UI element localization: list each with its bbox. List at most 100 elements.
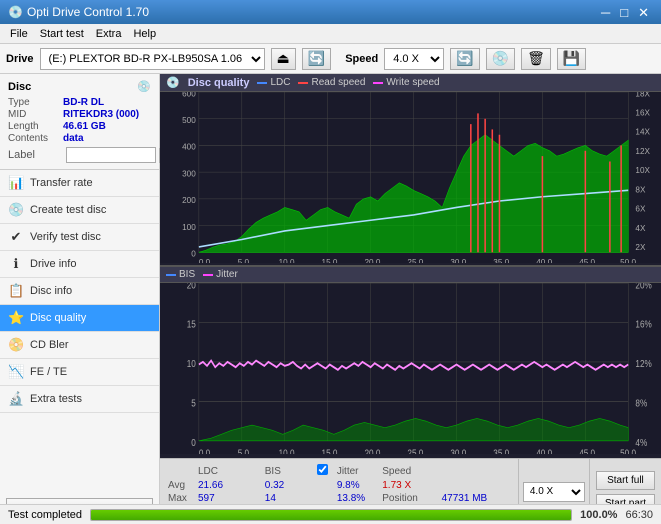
speed-label: Speed	[345, 53, 378, 65]
svg-text:16X: 16X	[635, 107, 650, 117]
speed-dropdown[interactable]: 4.0 X	[523, 482, 585, 502]
disc-type-label: Type	[8, 97, 63, 108]
maximize-button[interactable]: □	[616, 6, 632, 19]
svg-text:500: 500	[182, 115, 196, 125]
svg-text:300: 300	[182, 168, 196, 178]
svg-text:25.0: 25.0	[407, 257, 423, 263]
sidebar-item-transfer-rate[interactable]: 📊 Transfer rate	[0, 170, 159, 197]
menu-help[interactable]: Help	[127, 26, 162, 42]
speed-select[interactable]: 4.0 X	[384, 48, 444, 70]
disc-label-row: Label ✏	[8, 147, 151, 163]
svg-text:20: 20	[187, 283, 196, 290]
app-title: 💿 Opti Drive Control 1.70	[8, 5, 149, 19]
sidebar-item-label: Transfer rate	[30, 177, 93, 189]
disc-panel-title: Disc	[8, 81, 31, 93]
menu-extra[interactable]: Extra	[90, 26, 128, 42]
col-header-empty	[168, 463, 198, 479]
svg-text:30.0: 30.0	[450, 257, 466, 263]
start-full-button[interactable]: Start full	[596, 471, 655, 490]
svg-text:10X: 10X	[635, 165, 650, 175]
svg-text:10.0: 10.0	[279, 257, 295, 263]
avg-empty	[317, 479, 337, 492]
svg-text:4%: 4%	[635, 436, 647, 448]
disc-panel-header: Disc 💿	[8, 80, 151, 93]
jitter-checkbox[interactable]	[317, 464, 328, 475]
svg-text:400: 400	[182, 142, 196, 152]
svg-text:20.0: 20.0	[364, 257, 380, 263]
disc-panel: Disc 💿 Type BD-R DL MID RITEKDR3 (000) L…	[0, 74, 159, 170]
svg-text:10.0: 10.0	[279, 447, 295, 454]
svg-text:50.0: 50.0	[620, 447, 636, 454]
legend-jitter: Jitter	[203, 269, 238, 280]
sidebar-item-extra-tests[interactable]: 🔬 Extra tests	[0, 386, 159, 413]
svg-text:12X: 12X	[635, 146, 650, 156]
disc-mid-row: MID RITEKDR3 (000)	[8, 109, 151, 120]
chart1-panel: 💿 Disc quality LDC Read speed Write spee…	[160, 74, 661, 265]
jitter-legend-dot	[203, 274, 213, 276]
svg-text:15.0: 15.0	[322, 447, 338, 454]
avg-bis: 0.32	[265, 479, 317, 492]
sidebar-item-label: FE / TE	[30, 366, 67, 378]
chart1-svg: 600 500 400 300 200 100 0 18X 16X 14X 12…	[160, 92, 661, 263]
sidebar-item-disc-quality[interactable]: ⭐ Disc quality	[0, 305, 159, 332]
svg-text:5: 5	[191, 397, 196, 409]
svg-text:35.0: 35.0	[493, 257, 509, 263]
disc-length-label: Length	[8, 121, 63, 132]
col-header-bis: BIS	[265, 463, 317, 479]
disc-mid-label: MID	[8, 109, 63, 120]
window-controls: ─ □ ✕	[597, 6, 653, 19]
svg-text:20%: 20%	[635, 283, 652, 290]
svg-text:40.0: 40.0	[536, 257, 552, 263]
progress-bar-container	[90, 509, 572, 521]
svg-text:10: 10	[187, 357, 196, 369]
write-legend-dot	[373, 82, 383, 84]
legend-write: Write speed	[373, 77, 439, 88]
ldc-legend-dot	[257, 82, 267, 84]
sidebar-item-cd-bler[interactable]: 📀 CD Bler	[0, 332, 159, 359]
sidebar: Disc 💿 Type BD-R DL MID RITEKDR3 (000) L…	[0, 74, 160, 524]
close-button[interactable]: ✕	[634, 6, 653, 19]
disc-contents-value: data	[63, 133, 84, 144]
save-button[interactable]: 💾	[557, 48, 586, 70]
svg-text:35.0: 35.0	[493, 447, 509, 454]
erase-button[interactable]: 🗑	[521, 48, 551, 70]
svg-text:0: 0	[191, 248, 196, 258]
svg-text:40.0: 40.0	[536, 447, 552, 454]
menu-file[interactable]: File	[4, 26, 34, 42]
drive-info-icon: ℹ	[8, 256, 24, 272]
speed-refresh-button[interactable]: 🔄	[450, 48, 479, 70]
refresh-button[interactable]: 🔄	[302, 48, 331, 70]
sidebar-item-label: Disc info	[30, 285, 72, 297]
bis-legend-label: BIS	[179, 269, 195, 280]
svg-text:30.0: 30.0	[450, 447, 466, 454]
extra-tests-icon: 🔬	[8, 391, 24, 407]
svg-text:200: 200	[182, 195, 196, 205]
statusbar: Test completed 100.0% 66:30	[0, 504, 661, 524]
svg-text:6X: 6X	[635, 204, 645, 214]
svg-text:0: 0	[191, 436, 196, 448]
minimize-button[interactable]: ─	[597, 6, 614, 19]
drive-select[interactable]: (E:) PLEXTOR BD-R PX-LB950SA 1.06	[40, 48, 265, 70]
ldc-legend-label: LDC	[270, 77, 290, 88]
disc-length-row: Length 46.61 GB	[8, 121, 151, 132]
sidebar-item-create-test-disc[interactable]: 💿 Create test disc	[0, 197, 159, 224]
content-area: 💿 Disc quality LDC Read speed Write spee…	[160, 74, 661, 524]
eject-button[interactable]: ⏏	[271, 48, 296, 70]
svg-text:14X: 14X	[635, 127, 650, 137]
svg-text:15: 15	[187, 318, 196, 330]
chart1-titlebar: 💿 Disc quality LDC Read speed Write spee…	[160, 74, 661, 92]
disc-label-input[interactable]	[66, 147, 156, 163]
drivebar: Drive (E:) PLEXTOR BD-R PX-LB950SA 1.06 …	[0, 44, 661, 74]
disc-quality-icon: ⭐	[8, 310, 24, 326]
sidebar-item-disc-info[interactable]: 📋 Disc info	[0, 278, 159, 305]
chart1-icon: 💿	[166, 76, 180, 89]
read-legend-dot	[298, 82, 308, 84]
disc-icon-btn[interactable]: 💿	[486, 48, 515, 70]
sidebar-item-label: Verify test disc	[30, 231, 101, 243]
sidebar-nav: 📊 Transfer rate 💿 Create test disc ✔ Ver…	[0, 170, 159, 498]
sidebar-item-fe-te[interactable]: 📉 FE / TE	[0, 359, 159, 386]
menu-start-test[interactable]: Start test	[34, 26, 90, 42]
status-percent: 100.0%	[580, 509, 617, 521]
sidebar-item-drive-info[interactable]: ℹ Drive info	[0, 251, 159, 278]
sidebar-item-verify-test-disc[interactable]: ✔ Verify test disc	[0, 224, 159, 251]
